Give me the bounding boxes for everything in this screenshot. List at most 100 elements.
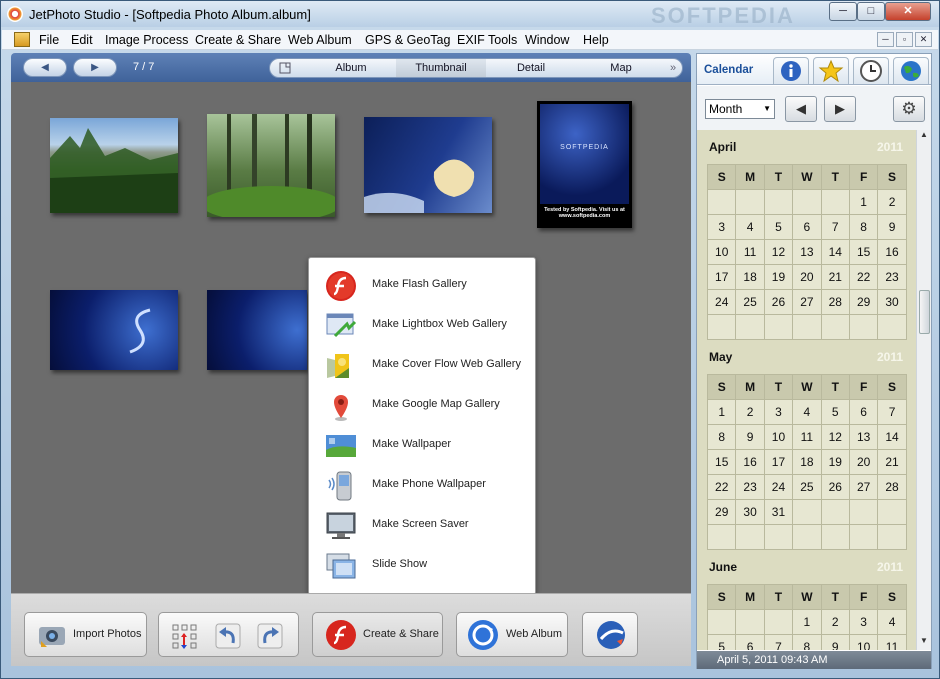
calendar-day[interactable]: 17 <box>706 264 737 290</box>
mdi-restore-button[interactable]: ▫ <box>896 32 913 47</box>
calendar-day[interactable]: 10 <box>848 634 879 650</box>
gear-icon[interactable]: ⚙ <box>893 96 925 122</box>
calendar-day[interactable]: 22 <box>848 264 879 290</box>
menu-window[interactable]: Window <box>525 33 569 47</box>
calendar-day[interactable]: 19 <box>820 449 850 475</box>
calendar-day[interactable]: 7 <box>820 214 850 240</box>
document-icon[interactable] <box>14 32 30 47</box>
calendar-day[interactable]: 23 <box>735 474 765 500</box>
tab-thumbnail[interactable]: Thumbnail <box>396 59 486 77</box>
calendar-day[interactable]: 4 <box>735 214 765 240</box>
menu-image-process[interactable]: Image Process <box>105 33 188 47</box>
calendar-day[interactable]: 3 <box>706 214 737 240</box>
calendar-day[interactable]: 11 <box>792 424 822 450</box>
calendar-day[interactable]: 9 <box>735 424 765 450</box>
calendar-day[interactable]: 8 <box>792 634 822 650</box>
menu-file[interactable]: File <box>39 33 59 47</box>
menu-item-wallpaper[interactable]: Make Wallpaper <box>309 426 535 466</box>
calendar-day[interactable]: 26 <box>820 474 850 500</box>
calendar-day[interactable]: 26 <box>763 289 794 315</box>
calendar-day[interactable]: 5 <box>763 214 794 240</box>
calendar-day[interactable]: 10 <box>763 424 794 450</box>
calendar-day[interactable]: 19 <box>763 264 794 290</box>
calendar-day[interactable]: 24 <box>706 289 737 315</box>
calendar-day[interactable]: 2 <box>735 399 765 425</box>
calendar-day[interactable]: 13 <box>848 424 879 450</box>
calendar-day[interactable]: 9 <box>877 214 907 240</box>
calendar-day[interactable]: 5 <box>706 634 737 650</box>
calendar-day[interactable]: 21 <box>820 264 850 290</box>
scroll-up-icon[interactable]: ▲ <box>917 130 931 144</box>
close-button[interactable]: ✕ <box>885 2 931 21</box>
calendar-day[interactable]: 6 <box>792 214 822 240</box>
menu-item-flash-gallery[interactable]: Make Flash Gallery <box>309 266 535 306</box>
calendar-scrollbar[interactable]: ▲ ▼ <box>916 130 931 650</box>
menu-item-slide-show[interactable]: Slide Show <box>309 546 535 586</box>
calendar-day[interactable]: 29 <box>706 499 737 525</box>
scroll-down-icon[interactable]: ▼ <box>917 636 931 650</box>
menu-item-screen-saver[interactable]: Make Screen Saver <box>309 506 535 546</box>
photo-thumbnail-swirl-2[interactable] <box>207 290 307 370</box>
photo-thumbnail-forest[interactable] <box>201 114 341 222</box>
import-photos-button[interactable]: Import Photos <box>24 612 147 657</box>
undo-icon[interactable] <box>213 621 243 651</box>
mdi-close-button[interactable]: ✕ <box>915 32 932 47</box>
calendar-day[interactable]: 10 <box>706 239 737 265</box>
calendar-day[interactable]: 4 <box>792 399 822 425</box>
calendar-day[interactable]: 15 <box>706 449 737 475</box>
calendar-day[interactable]: 3 <box>848 609 879 635</box>
calendar-day[interactable]: 5 <box>820 399 850 425</box>
calendar-day[interactable]: 8 <box>706 424 737 450</box>
minimize-button[interactable]: ─ <box>829 2 857 21</box>
calendar-day[interactable]: 3 <box>763 399 794 425</box>
tab-favorites[interactable] <box>813 57 849 84</box>
more-tabs-button[interactable]: » <box>664 59 682 77</box>
calendar-day[interactable]: 27 <box>848 474 879 500</box>
menu-help[interactable]: Help <box>583 33 609 47</box>
title-bar[interactable]: JetPhoto Studio - [Softpedia Photo Album… <box>1 1 939 28</box>
previous-period-button[interactable]: ◀ <box>785 96 817 122</box>
calendar-day[interactable]: 28 <box>877 474 907 500</box>
calendar-day[interactable]: 30 <box>877 289 907 315</box>
maximize-button[interactable]: □ <box>857 2 885 21</box>
calendar-day[interactable]: 22 <box>706 474 737 500</box>
menu-item-lightbox-gallery[interactable]: Make Lightbox Web Gallery <box>309 306 535 346</box>
menu-item-phone-wallpaper[interactable]: Make Phone Wallpaper <box>309 466 535 506</box>
calendar-day[interactable]: 2 <box>877 189 907 215</box>
calendar-day[interactable]: 4 <box>877 609 907 635</box>
calendar-day[interactable]: 30 <box>735 499 765 525</box>
calendar-day[interactable]: 8 <box>848 214 879 240</box>
web-album-button[interactable]: Web Album <box>456 612 568 657</box>
tab-map[interactable]: Map <box>576 59 666 77</box>
menu-item-coverflow-gallery[interactable]: Make Cover Flow Web Gallery <box>309 346 535 386</box>
calendar-day[interactable]: 12 <box>763 239 794 265</box>
calendar-day[interactable]: 18 <box>792 449 822 475</box>
calendar-day[interactable]: 20 <box>792 264 822 290</box>
calendar-day[interactable]: 29 <box>848 289 879 315</box>
period-select[interactable]: Month ▼ <box>705 99 775 119</box>
calendar-day[interactable]: 28 <box>820 289 850 315</box>
tab-geo[interactable] <box>893 57 929 84</box>
calendar-day[interactable]: 6 <box>848 399 879 425</box>
forward-button[interactable]: ▶ <box>73 58 117 77</box>
photo-thumbnail-softpedia[interactable]: SOFTPEDIA Tested by Softpedia. Visit us … <box>537 101 632 228</box>
photo-thumbnail-portrait[interactable] <box>364 117 492 213</box>
globe-button[interactable] <box>582 612 638 657</box>
page-icon[interactable] <box>276 59 294 77</box>
calendar-day[interactable]: 25 <box>792 474 822 500</box>
menu-gps-geotag[interactable]: GPS & GeoTag <box>365 33 450 47</box>
calendar-day[interactable]: 14 <box>877 424 907 450</box>
calendar-day[interactable]: 14 <box>820 239 850 265</box>
mdi-minimize-button[interactable]: ─ <box>877 32 894 47</box>
tab-calendar[interactable]: Calendar <box>704 64 753 76</box>
calendar-day[interactable]: 6 <box>735 634 765 650</box>
calendar-day[interactable]: 23 <box>877 264 907 290</box>
calendar-day[interactable]: 27 <box>792 289 822 315</box>
menu-item-google-map-gallery[interactable]: Make Google Map Gallery <box>309 386 535 426</box>
sort-order-icon[interactable] <box>171 623 199 651</box>
calendar-day[interactable]: 7 <box>877 399 907 425</box>
calendar-day[interactable]: 15 <box>848 239 879 265</box>
calendar-day[interactable]: 31 <box>763 499 794 525</box>
tab-info[interactable] <box>773 57 809 84</box>
calendar-day[interactable]: 1 <box>792 609 822 635</box>
